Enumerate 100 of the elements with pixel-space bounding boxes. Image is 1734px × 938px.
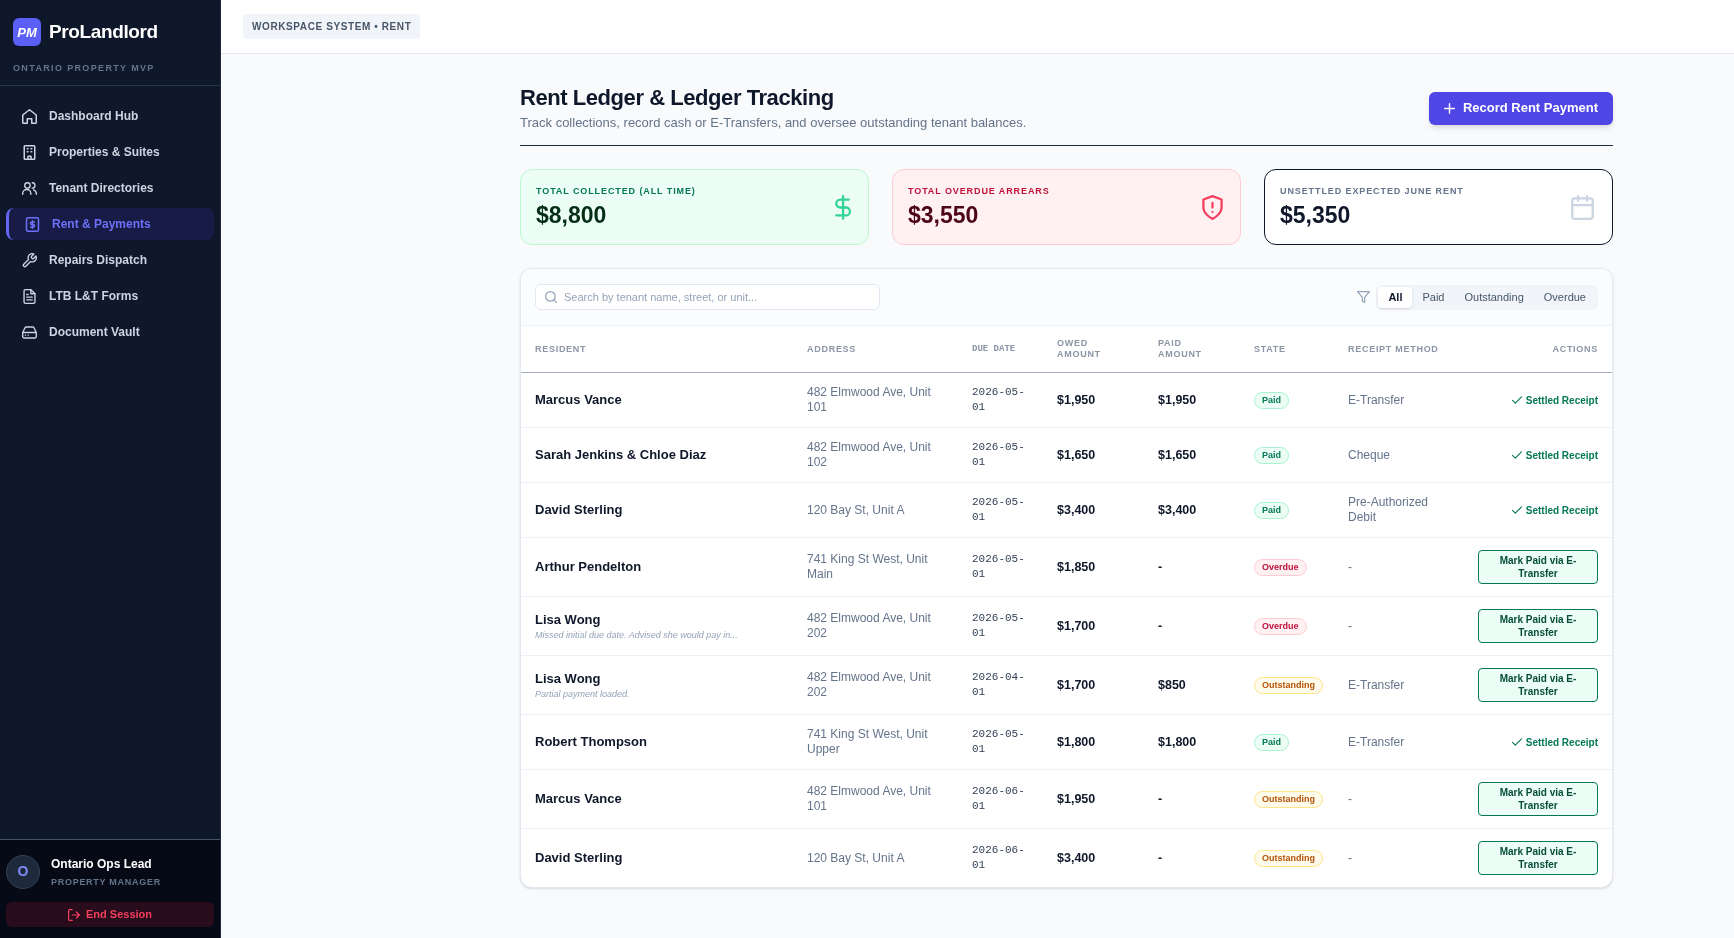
address-text: 120 Bay St, Unit A (807, 850, 905, 866)
mark-paid-button[interactable]: Mark Paid via E-Transfer (1478, 841, 1598, 875)
paid-amount: $1,800 (1158, 733, 1197, 751)
column-header: DUE DATE (972, 343, 1016, 355)
filter-tab[interactable]: Overdue (1533, 286, 1596, 308)
search-field[interactable]: Search by tenant name, street, or unit... (535, 284, 880, 310)
due-date: 2026-05-01 (972, 727, 1026, 757)
check-icon (1511, 396, 1522, 404)
column-header: ADDRESS (807, 343, 857, 355)
nav-item[interactable]: Tenant Directories (6, 172, 214, 204)
settled-status: Settled Receipt (1525, 393, 1598, 408)
address-text: 741 King St West, Unit Main (807, 552, 929, 582)
status-badge: Overdue (1254, 558, 1307, 576)
due-date: 2026-05-01 (972, 495, 1026, 525)
status-badge: Outstanding (1254, 849, 1323, 867)
stat-value: $3,550 (908, 201, 979, 229)
search-icon (545, 291, 557, 303)
mark-paid-button[interactable]: Mark Paid via E-Transfer (1478, 668, 1598, 702)
page-subtitle: Track collections, record cash or E-Transfers, and oversee outstanding tenant balances. (520, 114, 1027, 132)
resident-name: David Sterling (535, 502, 623, 518)
status-badge: Paid (1254, 391, 1289, 409)
building-icon (22, 144, 37, 160)
address-text: 482 Elmwood Ave, Unit 101 (807, 784, 932, 814)
mark-paid-button[interactable]: Mark Paid via E-Transfer (1478, 782, 1598, 816)
column-header: OWED AMOUNT (1057, 338, 1102, 360)
paid-amount: - (1158, 558, 1163, 576)
home-icon (22, 108, 37, 124)
wrench-icon (22, 252, 37, 268)
logo-mark: PM (13, 18, 41, 47)
dollar-document-icon (25, 216, 40, 232)
paid-amount: $850 (1158, 676, 1186, 694)
address-text: 741 King St West, Unit Upper (807, 727, 929, 757)
record-payment-button[interactable]: Record Rent Payment (1428, 91, 1613, 125)
status-badge: Paid (1254, 733, 1289, 751)
nav-item[interactable]: LTB L&T Forms (6, 280, 214, 312)
paid-amount: - (1158, 849, 1163, 867)
address-text: 120 Bay St, Unit A (807, 502, 905, 518)
page-title: Rent Ledger & Ledger Tracking (520, 84, 834, 112)
check-icon (1511, 738, 1522, 746)
stat-value: $8,800 (536, 201, 607, 229)
owed-amount: $1,950 (1057, 391, 1096, 409)
check-icon (1511, 506, 1522, 514)
resident-name: Sarah Jenkins & Chloe Diaz (535, 447, 707, 463)
receipt-method: Cheque (1348, 447, 1391, 463)
app-tagline: ONTARIO PROPERTY MVP (13, 62, 155, 73)
user-role: PROPERTY MANAGER (51, 875, 161, 889)
address-text: 482 Elmwood Ave, Unit 202 (807, 611, 932, 641)
column-header: STATE (1254, 343, 1286, 355)
mark-paid-button[interactable]: Mark Paid via E-Transfer (1478, 550, 1598, 584)
due-date: 2026-05-01 (972, 385, 1026, 415)
receipt-method: - (1348, 559, 1352, 575)
address-text: 482 Elmwood Ave, Unit 101 (807, 385, 932, 415)
settled-status: Settled Receipt (1525, 448, 1598, 463)
owed-amount: $3,400 (1057, 849, 1096, 867)
receipt-method: E-Transfer (1348, 734, 1405, 750)
filter-tab[interactable]: Outstanding (1454, 286, 1534, 308)
nav-item[interactable]: Document Vault (6, 316, 214, 348)
shield-exclamation-icon (1202, 194, 1223, 220)
hard-drive-icon (22, 324, 37, 340)
status-badge: Paid (1254, 446, 1289, 464)
filter-tab[interactable]: Paid (1412, 286, 1455, 308)
paid-amount: $3,400 (1158, 501, 1197, 519)
receipt-method: - (1348, 850, 1352, 866)
stat-value: $5,350 (1280, 201, 1351, 229)
due-date: 2026-06-01 (972, 843, 1026, 873)
owed-amount: $1,700 (1057, 617, 1096, 635)
paid-amount: $1,950 (1158, 391, 1197, 409)
column-header: RESIDENT (535, 343, 587, 355)
nav-item[interactable]: Properties & Suites (6, 136, 214, 168)
nav-item[interactable]: Repairs Dispatch (6, 244, 214, 276)
paid-amount: $1,650 (1158, 446, 1197, 464)
resident-name: Robert Thompson (535, 734, 647, 750)
mark-paid-button[interactable]: Mark Paid via E-Transfer (1478, 609, 1598, 643)
plus-icon (1443, 102, 1455, 114)
document-icon (22, 288, 37, 304)
user-avatar: O (6, 854, 40, 889)
due-date: 2026-04-01 (972, 670, 1026, 700)
resident-name: Lisa Wong (535, 670, 601, 687)
due-date: 2026-05-01 (972, 440, 1026, 470)
receipt-method: - (1348, 791, 1352, 807)
calendar-icon (1570, 194, 1595, 220)
status-badge: Paid (1254, 501, 1289, 519)
due-date: 2026-05-01 (972, 552, 1026, 582)
status-badge: Overdue (1254, 617, 1307, 635)
owed-amount: $1,700 (1057, 676, 1096, 694)
filter-tab[interactable]: All (1378, 286, 1413, 308)
nav-item[interactable]: Rent & Payments (6, 208, 214, 240)
owed-amount: $1,800 (1057, 733, 1096, 751)
receipt-method: - (1348, 618, 1352, 634)
nav-item[interactable]: Dashboard Hub (6, 100, 214, 132)
resident-name: Lisa Wong (535, 611, 601, 628)
owed-amount: $1,650 (1057, 446, 1096, 464)
status-badge: Outstanding (1254, 790, 1323, 808)
paid-amount: - (1158, 790, 1163, 808)
owed-amount: $3,400 (1057, 501, 1096, 519)
end-session-button[interactable]: End Session (6, 902, 214, 927)
resident-note: Missed initial due date. Advised she would pay in... (535, 629, 738, 641)
check-icon (1511, 451, 1522, 459)
logout-icon (68, 908, 80, 921)
resident-note: Partial payment loaded. (535, 688, 630, 700)
